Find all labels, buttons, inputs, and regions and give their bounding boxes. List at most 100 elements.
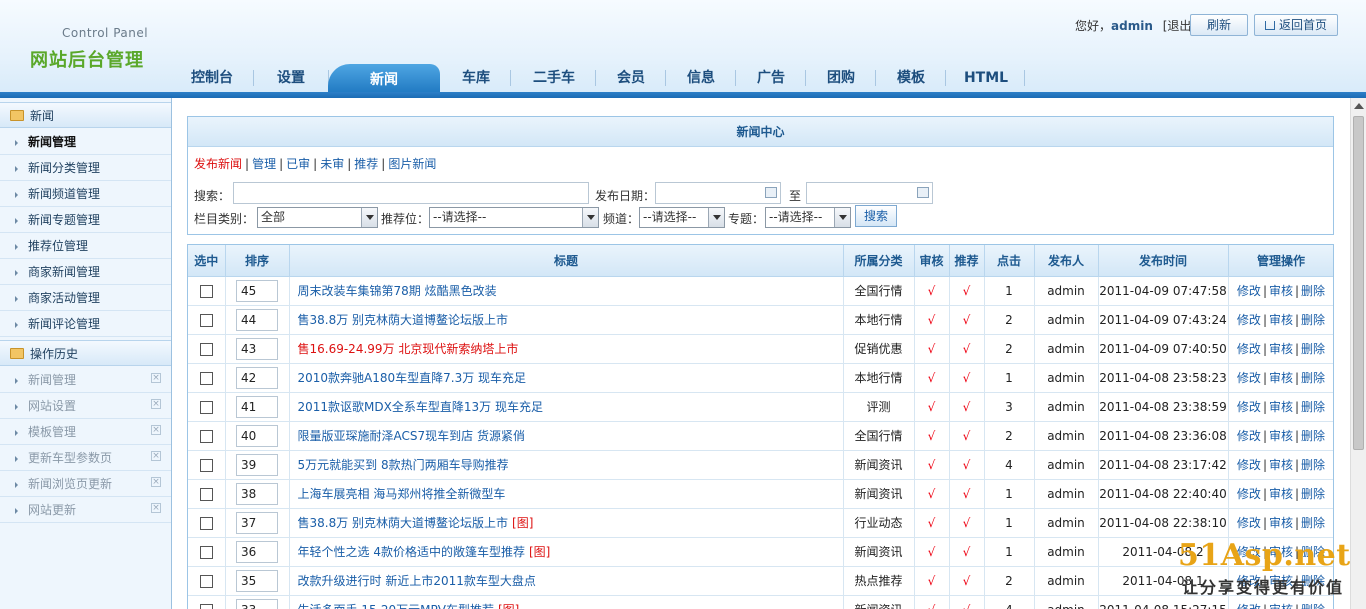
nav-info[interactable]: 信息 [678,64,724,92]
calendar-icon[interactable] [917,187,929,198]
publish-news-link[interactable]: 发布新闻 [194,157,242,171]
order-input[interactable]: 38 [236,482,278,505]
row-title[interactable]: 上海车展亮相 海马郑州将推全新微型车 [289,479,844,509]
row-checkbox[interactable] [199,603,213,609]
channel-select[interactable]: --请选择-- [639,207,725,228]
audit-link[interactable]: 审核 [1269,342,1293,356]
vertical-scrollbar[interactable] [1350,98,1366,609]
close-icon[interactable]: × [151,373,161,383]
sidebar-item-comments[interactable]: 新闻评论管理 [0,311,171,337]
nav-members[interactable]: 会员 [608,64,654,92]
search-button[interactable]: 搜索 [855,205,897,227]
sidebar-section-history[interactable]: 操作历史 [0,340,171,366]
row-title[interactable]: 限量版亚琛施耐泽ACS7现车到店 货源紧俏 [289,421,844,451]
nav-news[interactable]: 新闻 [328,64,440,94]
row-checkbox[interactable] [199,400,213,414]
news-title-link[interactable]: 售38.8万 别克林荫大道博鳌论坛版上市 [298,313,509,327]
delete-link[interactable]: 删除 [1301,458,1325,472]
start-date-input[interactable] [655,182,781,204]
order-input[interactable]: 44 [236,308,278,331]
delete-link[interactable]: 删除 [1301,516,1325,530]
row-title[interactable]: 改款升级进行时 新近上市2011款车型大盘点 [289,566,844,596]
nav-templates[interactable]: 模板 [888,64,934,92]
edit-link[interactable]: 修改 [1237,516,1261,530]
end-date-input[interactable] [806,182,933,204]
refresh-button[interactable]: 刷新 [1190,14,1248,36]
order-input[interactable]: 35 [236,569,278,592]
edit-link[interactable]: 修改 [1237,429,1261,443]
row-checkbox[interactable] [199,342,213,356]
nav-ads[interactable]: 广告 [748,64,794,92]
edit-link[interactable]: 修改 [1237,400,1261,414]
row-checkbox[interactable] [199,371,213,385]
news-title-link[interactable]: 周末改装车集锦第78期 炫酷黑色改装 [298,284,497,298]
order-input[interactable]: 40 [236,424,278,447]
nav-settings[interactable]: 设置 [266,64,316,92]
news-title-link[interactable]: 改款升级进行时 新近上市2011款车型大盘点 [298,574,536,588]
audit-link[interactable]: 审核 [1269,313,1293,327]
audit-link[interactable]: 审核 [1269,371,1293,385]
history-item[interactable]: 模板管理 × [0,419,171,445]
sidebar-item-merchant-news[interactable]: 商家新闻管理 [0,259,171,285]
history-item[interactable]: 网站更新 × [0,497,171,523]
row-title[interactable]: 年轻个性之选 4款价格适中的敞篷车型推荐 [图] [289,537,844,567]
row-checkbox[interactable] [199,545,213,559]
keyword-input[interactable] [233,182,589,204]
row-title[interactable]: 售16.69-24.99万 北京现代新索纳塔上市 [289,334,844,364]
news-title-link[interactable]: 上海车展亮相 海马郑州将推全新微型车 [298,487,506,501]
order-input[interactable]: 33 [236,598,278,609]
scroll-up-icon[interactable] [1354,103,1364,109]
delete-link[interactable]: 删除 [1301,313,1325,327]
row-checkbox[interactable] [199,313,213,327]
row-title[interactable]: 生活多面手 15-20万元MPV车型推荐 [图] [289,595,844,609]
history-item[interactable]: 新闻管理 × [0,367,171,393]
row-checkbox[interactable] [199,458,213,472]
edit-link[interactable]: 修改 [1237,313,1261,327]
edit-link[interactable]: 修改 [1237,371,1261,385]
edit-link[interactable]: 修改 [1237,458,1261,472]
order-input[interactable]: 39 [236,453,278,476]
row-checkbox[interactable] [199,516,213,530]
news-title-link[interactable]: 5万元就能买到 8款热门两厢车导购推荐 [298,458,509,472]
nav-html[interactable]: HTML [958,64,1014,92]
audit-link[interactable]: 审核 [1269,429,1293,443]
row-title[interactable]: 周末改装车集锦第78期 炫酷黑色改装 [289,276,844,306]
topic-select[interactable]: --请选择-- [765,207,851,228]
order-input[interactable]: 43 [236,337,278,360]
news-title-link[interactable]: 售38.8万 别克林荫大道博鳌论坛版上市 [298,516,509,530]
news-title-link[interactable]: 2011款讴歌MDX全系车型直降13万 现车充足 [298,400,543,414]
delete-link[interactable]: 删除 [1301,400,1325,414]
delete-link[interactable]: 删除 [1301,371,1325,385]
audit-link[interactable]: 审核 [1269,400,1293,414]
order-input[interactable]: 42 [236,366,278,389]
delete-link[interactable]: 删除 [1301,342,1325,356]
unapproved-link[interactable]: 未审 [320,157,344,171]
row-checkbox[interactable] [199,574,213,588]
news-title-link[interactable]: 售16.69-24.99万 北京现代新索纳塔上市 [298,342,519,356]
approved-link[interactable]: 已审 [286,157,310,171]
sidebar-item-category[interactable]: 新闻分类管理 [0,155,171,181]
nav-garage[interactable]: 车库 [452,64,500,92]
audit-link[interactable]: 审核 [1269,487,1293,501]
nav-dashboard[interactable]: 控制台 [184,64,240,92]
close-icon[interactable]: × [151,399,161,409]
sidebar-item-recommend[interactable]: 推荐位管理 [0,233,171,259]
news-title-link[interactable]: 2010款奔驰A180车型直降7.3万 现车充足 [298,371,527,385]
sidebar-section-news[interactable]: 新闻 [0,102,171,128]
news-title-link[interactable]: 年轻个性之选 4款价格适中的敞篷车型推荐 [298,545,525,559]
delete-link[interactable]: 删除 [1301,487,1325,501]
history-item[interactable]: 更新车型参数页 × [0,445,171,471]
scrollbar-thumb[interactable] [1353,116,1364,450]
nav-used-car[interactable]: 二手车 [524,64,584,92]
row-checkbox[interactable] [199,487,213,501]
recommend-link[interactable]: 推荐 [354,157,378,171]
category-select[interactable]: 全部 [257,207,378,228]
close-icon[interactable]: × [151,477,161,487]
close-icon[interactable]: × [151,451,161,461]
order-input[interactable]: 37 [236,511,278,534]
row-title[interactable]: 售38.8万 别克林荫大道博鳌论坛版上市 [289,305,844,335]
close-icon[interactable]: × [151,425,161,435]
sidebar-item-merchant-events[interactable]: 商家活动管理 [0,285,171,311]
history-item[interactable]: 网站设置 × [0,393,171,419]
delete-link[interactable]: 删除 [1301,429,1325,443]
